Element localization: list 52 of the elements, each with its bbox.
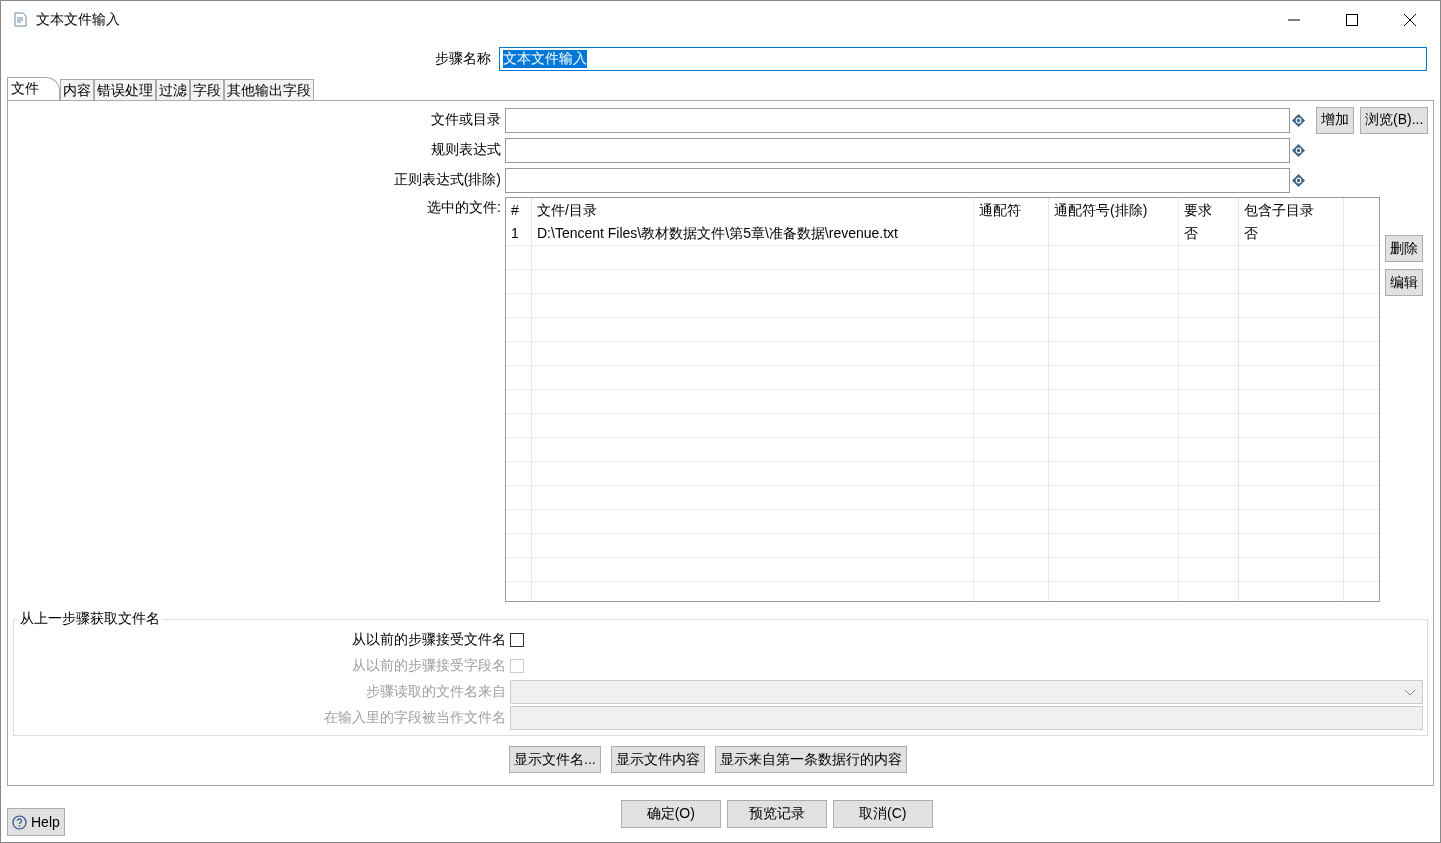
- column-header[interactable]: 文件/目录: [537, 202, 597, 218]
- table-action-button[interactable]: 编辑: [1385, 269, 1423, 296]
- variable-diamond-icon: [1292, 173, 1305, 187]
- field-label: 文件或目录: [430, 111, 502, 129]
- table-action-button[interactable]: 删除: [1385, 235, 1423, 262]
- close-icon[interactable]: [1404, 14, 1416, 26]
- show-button[interactable]: 显示文件名...: [509, 746, 601, 773]
- step-name-label: 步骤名称: [434, 50, 492, 68]
- option-label: 从以前的步骤接受字段名: [351, 657, 507, 675]
- checkbox[interactable]: [510, 633, 524, 647]
- step-name-field[interactable]: 文本文件输入: [499, 47, 1427, 71]
- help-button[interactable]: Help: [7, 808, 65, 836]
- table-cell: 否: [1244, 225, 1258, 241]
- group-title: 从上一步骤获取文件名: [19, 610, 161, 628]
- column-header[interactable]: 要求: [1184, 202, 1212, 218]
- help-icon: [12, 814, 27, 830]
- add-button[interactable]: 增加: [1316, 106, 1354, 134]
- maximize-icon[interactable]: [1346, 14, 1358, 26]
- option-label: 步骤读取的文件名来自: [365, 683, 507, 701]
- tab[interactable]: 内容: [60, 79, 94, 100]
- show-button[interactable]: 显示文件内容: [610, 746, 705, 773]
- dialog-button[interactable]: 确定(O): [620, 800, 721, 828]
- column-header[interactable]: 通配符: [979, 202, 1021, 218]
- tab[interactable]: 字段: [190, 79, 224, 100]
- table-cell: 否: [1184, 225, 1198, 241]
- step-name-value: 文本文件输入: [503, 50, 587, 68]
- browse-button[interactable]: 浏览(B)...: [1360, 106, 1429, 134]
- document-icon: [14, 12, 28, 28]
- option-label: 在输入里的字段被当作文件名: [323, 709, 507, 727]
- field-label: 正则表达式(排除): [392, 171, 502, 189]
- dialog-button[interactable]: 取消(C): [832, 800, 933, 828]
- column-header[interactable]: #: [511, 202, 519, 218]
- tab[interactable]: 文件: [7, 77, 60, 100]
- tab[interactable]: 其他输出字段: [224, 79, 314, 100]
- table-cell: D:\Tencent Files\教材数据文件\第5章\准备数据\revenue.txt: [537, 225, 898, 241]
- tab[interactable]: 过滤: [156, 79, 190, 100]
- column-header[interactable]: 包含子目录: [1244, 202, 1314, 218]
- variable-diamond-icon: [1292, 113, 1305, 127]
- option-label: 从以前的步骤接受文件名: [351, 631, 507, 649]
- row-number: 1: [511, 225, 519, 241]
- window-title: 文本文件输入: [36, 11, 120, 29]
- show-button[interactable]: 显示来自第一条数据行的内容: [714, 746, 907, 773]
- input-field[interactable]: [505, 137, 1290, 163]
- variable-diamond-icon: [1292, 143, 1305, 157]
- column-header[interactable]: 通配符号(排除): [1054, 202, 1148, 218]
- tab[interactable]: 错误处理: [94, 79, 156, 100]
- selected-files-label: 选中的文件:: [426, 198, 502, 217]
- field-label: 规则表达式: [430, 141, 502, 159]
- dialog-button[interactable]: 预览记录: [726, 800, 827, 828]
- chevron-down-icon: [1404, 688, 1416, 696]
- input-field[interactable]: [505, 167, 1290, 193]
- input-field[interactable]: [505, 107, 1290, 133]
